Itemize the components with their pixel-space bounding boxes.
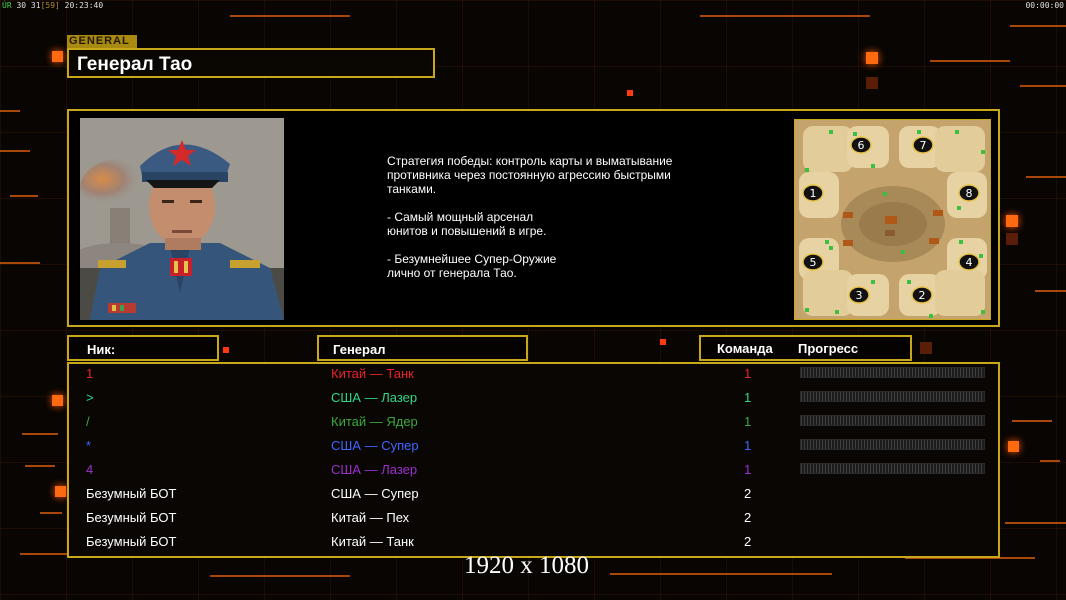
player-general[interactable]: США — Лазер bbox=[331, 390, 417, 405]
map-slot-3[interactable]: 3 bbox=[848, 286, 870, 304]
player-progress-bar bbox=[800, 391, 985, 402]
player-row[interactable]: Безумный БОТ США — Супер 2 bbox=[0, 482, 1066, 506]
progress-header: Прогресс bbox=[798, 341, 859, 356]
general-description: Стратегия победы: контроль карты и вымат… bbox=[387, 154, 673, 280]
player-general[interactable]: США — Супер bbox=[331, 486, 419, 501]
general-header-box: Генерал bbox=[317, 335, 528, 361]
player-team[interactable]: 2 bbox=[744, 486, 751, 501]
svg-text:2: 2 bbox=[919, 289, 926, 302]
player-team[interactable]: 1 bbox=[744, 390, 751, 405]
player-row[interactable]: > США — Лазер 1 bbox=[0, 386, 1066, 410]
fps-counter: ÚR 30 31[59] 20:23:40 bbox=[2, 1, 103, 10]
deco-line bbox=[1010, 25, 1066, 27]
player-progress-bar bbox=[800, 367, 985, 378]
fps-bracket: [59] bbox=[40, 1, 60, 10]
player-nick: 4 bbox=[86, 462, 94, 477]
deco-square bbox=[660, 339, 666, 345]
map-slot-8[interactable]: 8 bbox=[958, 184, 980, 202]
player-nick: 1 bbox=[86, 366, 94, 381]
deco-line bbox=[10, 195, 38, 197]
svg-text:6: 6 bbox=[858, 139, 865, 152]
player-general[interactable]: США — Лазер bbox=[331, 462, 417, 477]
deco-line bbox=[1020, 85, 1066, 87]
player-team[interactable]: 1 bbox=[744, 366, 751, 381]
player-nick: Безумный БОТ bbox=[86, 534, 177, 549]
fps-label: ÚR bbox=[2, 1, 12, 10]
general-title: Генерал Тао bbox=[77, 54, 193, 75]
team-header: Команда bbox=[717, 341, 773, 356]
player-general[interactable]: Китай — Танк bbox=[331, 534, 414, 549]
title-box: Генерал Тао bbox=[67, 48, 435, 78]
deco-square bbox=[627, 90, 633, 96]
deco-line bbox=[0, 150, 30, 152]
map-slot-1[interactable]: 1 bbox=[802, 184, 824, 202]
svg-text:1: 1 bbox=[810, 187, 817, 200]
svg-text:7: 7 bbox=[920, 139, 927, 152]
player-team[interactable]: 1 bbox=[744, 438, 751, 453]
deco-line bbox=[0, 262, 40, 264]
deco-square bbox=[52, 51, 63, 62]
timer-right: 00:00:00 bbox=[1025, 1, 1064, 10]
deco-line bbox=[930, 60, 1010, 62]
deco-square bbox=[866, 52, 878, 64]
player-nick: Безумный БОТ bbox=[86, 510, 177, 525]
svg-text:4: 4 bbox=[966, 256, 973, 269]
map-slot-4[interactable]: 4 bbox=[958, 253, 980, 271]
deco-line bbox=[1035, 290, 1066, 292]
deco-line bbox=[1026, 176, 1066, 178]
player-row[interactable]: / Китай — Ядер 1 bbox=[0, 410, 1066, 434]
fps-values: 30 31 bbox=[16, 1, 41, 10]
deco-line bbox=[230, 15, 350, 17]
deco-square bbox=[920, 342, 932, 354]
player-general[interactable]: Китай — Танк bbox=[331, 366, 414, 381]
map-slot-5[interactable]: 5 bbox=[802, 253, 824, 271]
map-slot-2[interactable]: 2 bbox=[911, 286, 933, 304]
player-team[interactable]: 1 bbox=[744, 462, 751, 477]
nick-header-box: Ник: bbox=[67, 335, 219, 361]
svg-text:3: 3 bbox=[856, 289, 863, 302]
player-progress-bar bbox=[800, 415, 985, 426]
player-nick: Безумный БОТ bbox=[86, 486, 177, 501]
general-tag: GENERAL bbox=[67, 35, 137, 48]
game-clock: 20:23:40 bbox=[64, 1, 104, 10]
map-slot-7[interactable]: 7 bbox=[912, 136, 934, 154]
player-progress-bar bbox=[800, 463, 985, 474]
deco-line bbox=[610, 573, 832, 575]
deco-square bbox=[866, 77, 878, 89]
deco-square bbox=[1006, 233, 1018, 245]
nick-header: Ник: bbox=[87, 342, 116, 357]
deco-line bbox=[0, 110, 20, 112]
player-team[interactable]: 1 bbox=[744, 414, 751, 429]
player-row[interactable]: Безумный БОТ Китай — Пех 2 bbox=[0, 506, 1066, 530]
general-portrait bbox=[80, 118, 284, 320]
map-preview[interactable]: 6 7 1 8 5 4 3 2 bbox=[794, 119, 991, 320]
player-general[interactable]: Китай — Ядер bbox=[331, 414, 418, 429]
deco-line bbox=[210, 575, 350, 577]
player-team[interactable]: 2 bbox=[744, 510, 751, 525]
svg-text:5: 5 bbox=[810, 256, 817, 269]
player-nick: > bbox=[86, 390, 94, 405]
deco-square bbox=[1006, 215, 1018, 227]
svg-text:8: 8 bbox=[966, 187, 973, 200]
map-slot-6[interactable]: 6 bbox=[850, 136, 872, 154]
player-general[interactable]: Китай — Пех bbox=[331, 510, 409, 525]
player-nick: * bbox=[86, 438, 92, 453]
player-row[interactable]: 4 США — Лазер 1 bbox=[0, 458, 1066, 482]
player-team[interactable]: 2 bbox=[744, 534, 751, 549]
player-nick: / bbox=[86, 414, 90, 429]
resolution-caption: 1920 x 1080 bbox=[464, 552, 589, 579]
player-row[interactable]: Безумный БОТ Китай — Танк 2 bbox=[0, 530, 1066, 554]
player-general[interactable]: США — Супер bbox=[331, 438, 419, 453]
general-header: Генерал bbox=[333, 342, 386, 357]
player-row[interactable]: * США — Супер 1 bbox=[0, 434, 1066, 458]
deco-line bbox=[700, 15, 870, 17]
player-row[interactable]: 1 Китай — Танк 1 bbox=[0, 362, 1066, 386]
team-progress-header-box: Команда Прогресс bbox=[699, 335, 912, 361]
player-progress-bar bbox=[800, 439, 985, 450]
deco-square bbox=[223, 347, 229, 353]
